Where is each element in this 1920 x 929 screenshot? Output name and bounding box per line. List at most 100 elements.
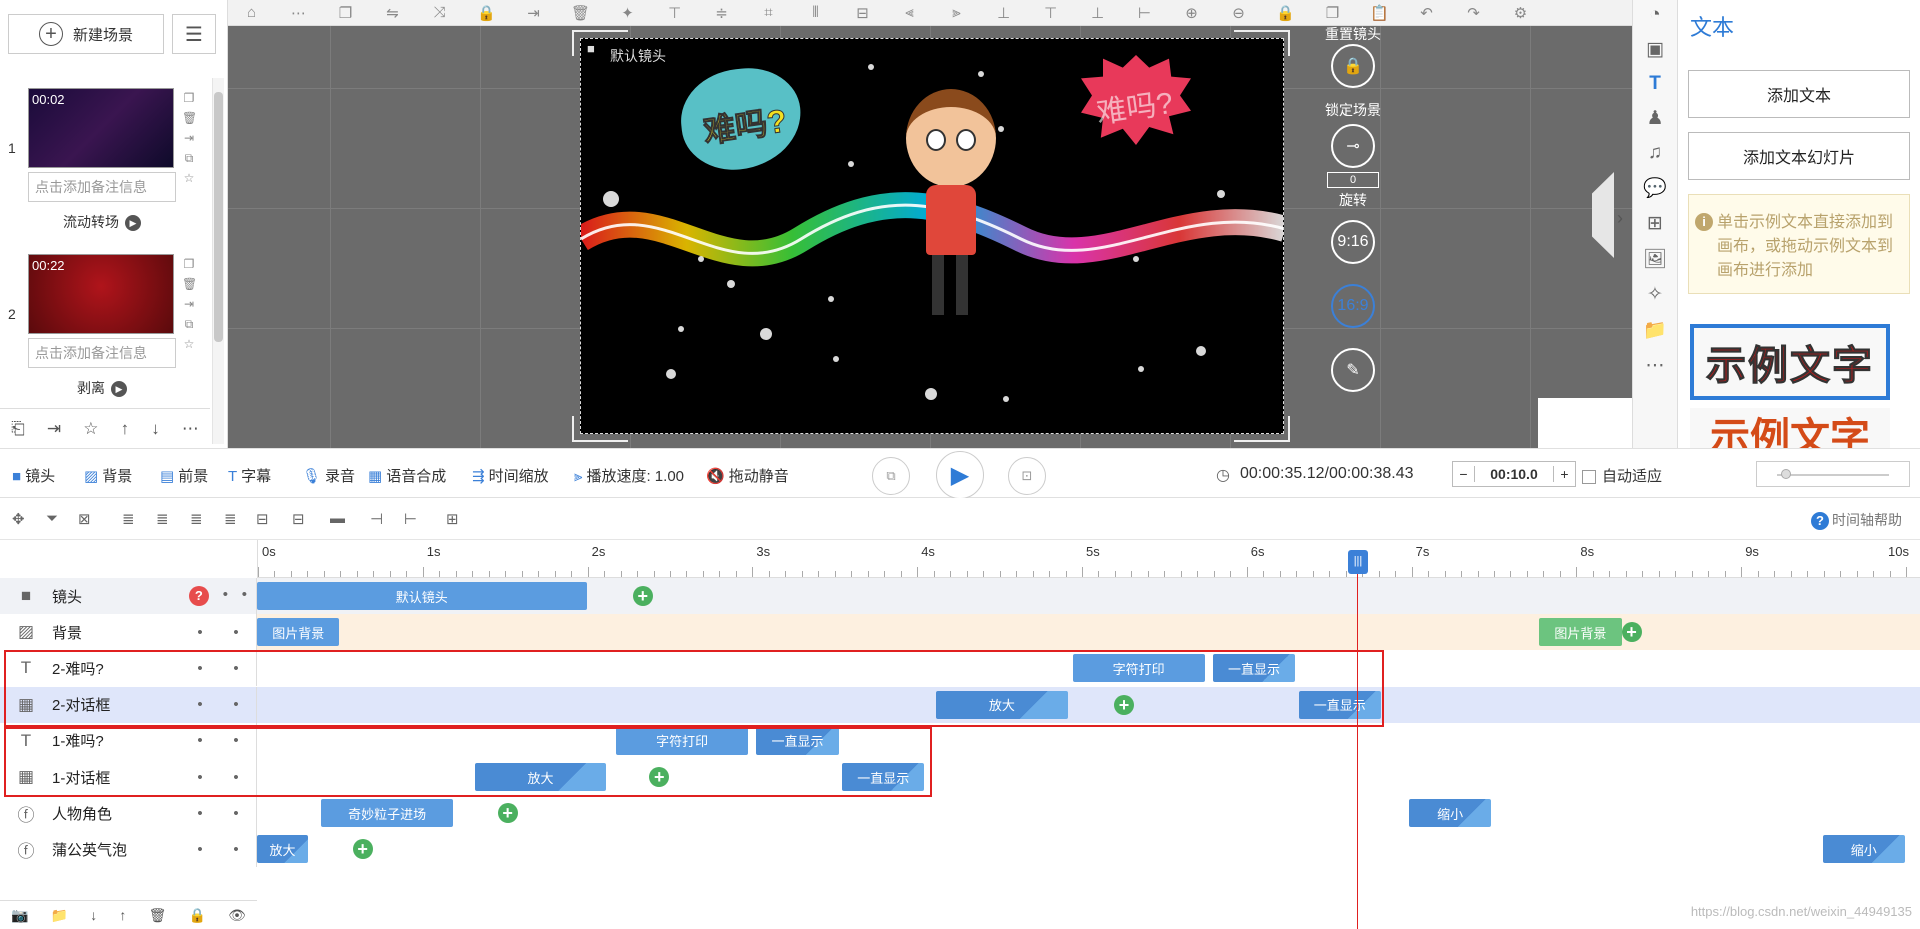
duplicate-icon[interactable]: ⧉ [182,148,196,168]
lock-icon[interactable]: 🔒 [463,4,510,22]
delete-icon[interactable]: 🗑 [149,907,167,924]
shape-icon[interactable]: ◔ [1649,4,1660,26]
rotate-dial[interactable]: ⊸ [1331,124,1375,168]
align-bottom-icon[interactable]: ⊥ [1074,4,1121,22]
add-text-slides-button[interactable]: 添加文本幻灯片 [1688,132,1910,180]
align5-icon[interactable]: ⊟ [256,510,269,528]
track-lane[interactable]: 放大 缩小 + [257,831,1920,868]
scene-note-field[interactable]: 点击添加备注信息 [28,172,176,202]
minus-icon[interactable]: − [1453,466,1475,482]
tts-tool[interactable]: ▦ 语音合成 [368,465,446,486]
timeline-clip[interactable]: 放大 [257,835,309,864]
export-icon[interactable]: ⇥ [510,4,557,22]
text-icon[interactable]: T [1649,73,1661,95]
photo-icon[interactable]: 🖼 [1643,247,1667,271]
track-options[interactable]: • • [182,805,254,822]
flip-h-icon[interactable]: ⇋ [369,4,416,22]
align-vcenter-icon[interactable]: ⊢ [1121,4,1168,22]
timeline-clip[interactable]: 缩小 [1822,835,1905,864]
more-icon[interactable]: ⋯ [182,419,199,439]
add-text-button[interactable]: 添加文本 [1688,70,1910,118]
add-keyframe-icon[interactable]: + [632,586,653,606]
merge-icon[interactable]: ⊢ [404,510,417,528]
scene-transition[interactable]: 流动转场 ▶ [28,212,176,232]
folder-icon[interactable]: 📁 [51,907,68,924]
zoom-in-icon[interactable]: ⊕ [1168,4,1215,22]
dist-h-icon[interactable]: ⫴ [792,4,839,21]
edit-button[interactable]: ✎ [1331,348,1375,392]
scene-note-field[interactable]: 点击添加备注信息 [28,338,176,368]
timeline-clip[interactable]: 奇妙粒子进场 [321,799,454,828]
checkbox[interactable] [1582,470,1596,485]
add-track-icon[interactable]: 📷 [11,907,28,924]
distribute-icon[interactable]: ▬ [330,510,345,527]
track-options[interactable]: ? • • [182,586,254,606]
track-header[interactable]: ⓕ 蒲公英气泡 • • [0,831,257,868]
zoom-value[interactable]: 00:10.0 [1475,466,1553,482]
lock-icon[interactable]: 🔒 [189,907,206,924]
sample-text-2[interactable]: 示例文字 [1690,408,1890,448]
align2-icon[interactable]: ≣ [156,510,169,528]
play-button[interactable]: ▶ [936,451,984,499]
align-top-icon[interactable]: ⊤ [651,4,698,22]
clear-filter-icon[interactable]: ⊠ [78,510,91,528]
add-keyframe-icon[interactable]: + [352,839,373,860]
more-icon[interactable]: ⋯ [275,4,322,22]
dist-v-icon[interactable]: ⊟ [839,4,886,22]
arrow-down-icon[interactable]: ↓ [90,907,97,923]
record-tool[interactable]: 🎙 录音 [302,465,355,486]
bubble-icon[interactable]: 💬 [1643,176,1667,200]
speed-tool[interactable]: ⫸ 播放速度: 1.00 [574,465,684,486]
crop-icon[interactable]: ⌗ [745,4,792,21]
copy-icon[interactable]: ❐ [1309,4,1356,22]
scene-item-2[interactable]: 2 00:22 点击添加备注信息 剥离 ▶ ❐ 🗑 ⇥ ⧉ ☆ [0,254,212,414]
plus-icon[interactable]: + [1553,466,1575,482]
magic-icon[interactable]: ✧ [1647,283,1663,306]
split-icon[interactable]: ⊣ [370,510,383,528]
select-icon[interactable]: ✥ [12,510,25,528]
auto-fit-toggle[interactable]: 自动适应 [1582,465,1662,486]
delete-icon[interactable]: 🗑 [557,4,604,22]
filter-icon[interactable]: ⏷ [46,510,58,527]
align4-icon[interactable]: ≣ [224,510,237,528]
lock-scene-button[interactable]: 🔒 [1331,44,1375,88]
star-icon[interactable]: ☆ [182,168,196,188]
shuffle-icon[interactable]: ⤨ [416,4,463,21]
ratio-169-button[interactable]: 16:9 [1331,284,1375,328]
track-header[interactable]: ▨ 背景 • • [0,614,257,651]
undo-icon[interactable]: ↶ [1403,4,1450,22]
track-options[interactable]: • • [182,624,254,641]
track-lane[interactable]: 默认镜头 + [257,578,1920,614]
new-icon[interactable]: ⊞ [446,510,459,528]
timeline-track[interactable]: ▨ 背景 • • 图片背景 图片背景 + [0,614,1920,651]
align-right-icon[interactable]: ⫸ [933,4,980,21]
track-options[interactable]: • • [182,841,254,858]
align3-icon[interactable]: ≣ [190,510,203,528]
character[interactable] [896,89,1006,329]
playhead-handle[interactable]: ||| [1348,550,1368,574]
align6-icon[interactable]: ⊟ [292,510,305,528]
align-hcenter-icon[interactable]: ⊤ [1027,4,1074,22]
star-icon[interactable]: ☆ [182,334,196,354]
image-icon[interactable]: ▣ [1646,38,1664,61]
scene-sort-button[interactable]: ☰ [172,14,216,54]
timeline-clip[interactable]: 图片背景 [257,618,340,647]
music-icon[interactable]: ♫ [1648,142,1662,164]
background-tool[interactable]: ▨ 背景 [84,465,132,486]
delete-icon[interactable]: 🗑 [182,108,197,128]
add-keyframe-icon[interactable]: + [1621,622,1642,643]
camera-tool[interactable]: ■ 镜头 [12,465,55,486]
timeline-help-link[interactable]: ? 时间轴帮助 [1811,510,1902,530]
foreground-tool[interactable]: ▤ 前景 [160,465,208,486]
star-icon[interactable]: ☆ [83,419,98,439]
character-icon[interactable]: ♟ [1646,107,1663,130]
align-mid-icon[interactable]: ≑ [698,4,745,22]
sample-text-1[interactable]: 示例文字 [1690,324,1890,400]
ratio-916-button[interactable]: 9:16 [1331,220,1375,264]
folder-icon[interactable]: 📁 [1643,318,1667,342]
timeline-clip[interactable]: 图片背景 [1539,618,1622,647]
align-left-icon[interactable]: ⫷ [886,4,933,21]
more-icon[interactable]: ⋯ [1646,354,1665,377]
copy-icon[interactable]: ❐ [182,88,196,108]
timeline-track[interactable]: ⓕ 人物角色 • • 奇妙粒子进场 缩小 + [0,795,1920,832]
